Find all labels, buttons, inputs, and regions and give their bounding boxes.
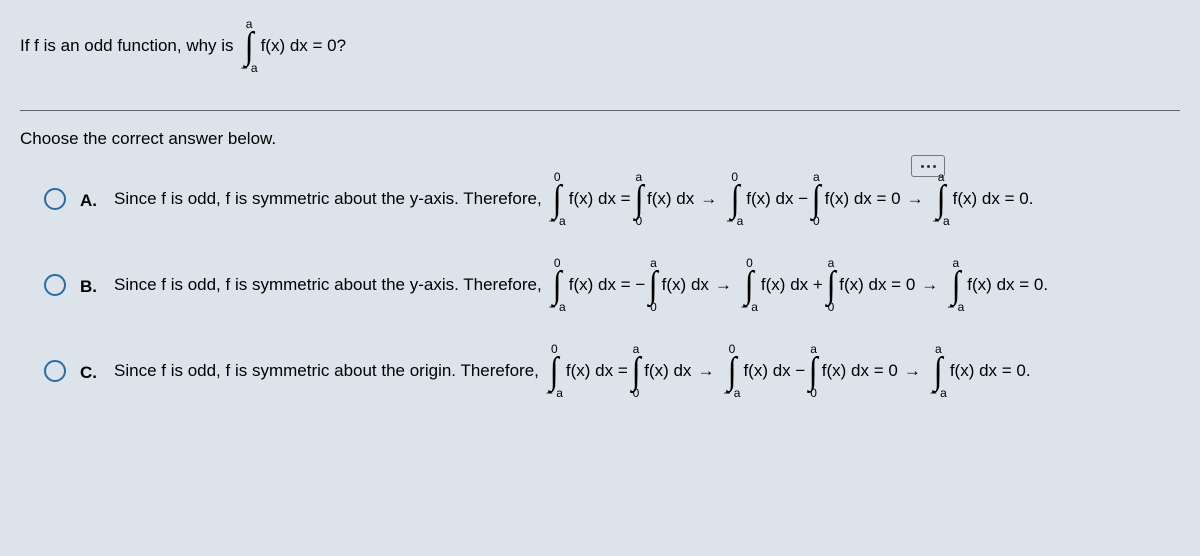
dot-icon — [927, 165, 930, 168]
integral-sign-icon: ∫ — [550, 355, 559, 387]
integral-sign-icon: ∫ — [730, 183, 739, 215]
radio-a[interactable] — [44, 188, 66, 210]
answer-prompt: Choose the correct answer below. — [20, 129, 1180, 149]
option-a: A. Since f is odd, f is symmetric about … — [44, 171, 1180, 227]
arrow-icon: → — [697, 361, 714, 381]
option-b-text: Since f is odd, f is symmetric about the… — [114, 275, 542, 295]
question-lead: If f is an odd function, why is — [20, 36, 234, 56]
option-b-body: Since f is odd, f is symmetric about the… — [114, 257, 1048, 313]
radio-c[interactable] — [44, 360, 66, 382]
integral-sign-icon: ∫ — [937, 183, 946, 215]
separator — [20, 110, 1180, 111]
dot-icon — [933, 165, 936, 168]
integral-sign-icon: ∫ — [634, 183, 643, 215]
integral-sign-icon: ∫ — [632, 355, 641, 387]
arrow-icon: → — [904, 361, 921, 381]
radio-b[interactable] — [44, 274, 66, 296]
option-a-text: Since f is odd, f is symmetric about the… — [114, 189, 542, 209]
integral-symbol: a ∫ − a — [241, 18, 258, 74]
integral-sign-icon: ∫ — [728, 355, 737, 387]
integral-sign-icon: ∫ — [827, 269, 836, 301]
option-a-body: Since f is odd, f is symmetric about the… — [114, 171, 1033, 227]
arrow-icon: → — [921, 275, 938, 295]
option-c-equation: 0∫− a f(x) dx = a∫0 f(x) dx → 0∫− a f(x)… — [543, 343, 1031, 399]
dot-icon — [921, 165, 924, 168]
integral-sign-icon: ∫ — [809, 355, 818, 387]
arrow-icon: → — [715, 275, 732, 295]
option-c: C. Since f is odd, f is symmetric about … — [44, 343, 1180, 399]
integral-sign-icon: ∫ — [951, 269, 960, 301]
integral-sign-icon: ∫ — [553, 269, 562, 301]
option-b-label: B. — [80, 277, 100, 297]
integral-sign-icon: ∫ — [553, 183, 562, 215]
option-c-text: Since f is odd, f is symmetric about the… — [114, 361, 539, 381]
integral-sign-icon: ∫ — [934, 355, 943, 387]
integral-sign-icon: ∫ — [812, 183, 821, 215]
options-group: A. Since f is odd, f is symmetric about … — [20, 171, 1180, 399]
question-page: If f is an odd function, why is a ∫ − a … — [0, 0, 1200, 556]
integral-sign-icon: ∫ — [245, 30, 254, 62]
option-a-equation: 0∫− a f(x) dx = a∫0 f(x) dx → 0∫− a f(x)… — [546, 171, 1034, 227]
arrow-icon: → — [907, 189, 924, 209]
arrow-icon: → — [700, 189, 717, 209]
option-a-label: A. — [80, 191, 100, 211]
integral-sign-icon: ∫ — [745, 269, 754, 301]
question-integrand: f(x) dx = 0? — [261, 36, 347, 56]
option-c-body: Since f is odd, f is symmetric about the… — [114, 343, 1031, 399]
question-stem: If f is an odd function, why is a ∫ − a … — [20, 18, 1180, 74]
option-b: B. Since f is odd, f is symmetric about … — [44, 257, 1180, 313]
option-b-equation: 0∫− a f(x) dx = − a∫0 f(x) dx → 0∫− a f(… — [546, 257, 1048, 313]
integral-sign-icon: ∫ — [649, 269, 658, 301]
option-c-label: C. — [80, 363, 100, 383]
